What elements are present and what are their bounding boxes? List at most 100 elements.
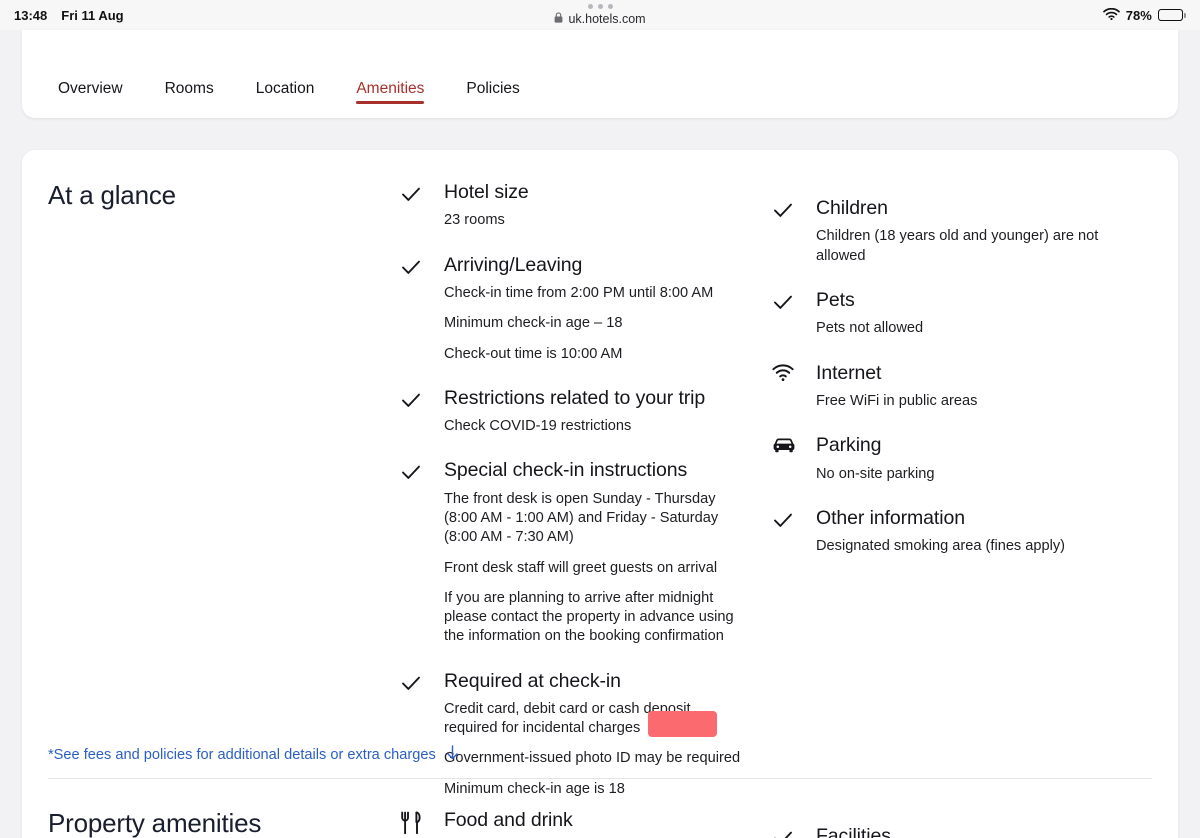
check-icon — [772, 506, 816, 557]
amenity-item-title: Internet — [816, 361, 882, 384]
amenity-item-body: Special check-in instructions The front d… — [444, 458, 744, 646]
page-title-property-amenities: Property amenities — [48, 808, 262, 838]
amenity-item-body: Restrictions related to your trip Check C… — [444, 386, 744, 437]
amenity-item-line: Front desk staff will greet guests on ar… — [444, 559, 718, 576]
amenity-item-title: Food and drink — [444, 809, 573, 831]
amenity-item-facilities: FacilitiesLockers available — [772, 824, 1178, 838]
amenity-item-title: Pets — [816, 288, 855, 311]
amenity-item-line: Check-in time from 2:00 PM until 8:00 AM — [444, 285, 714, 301]
tab-location-label: Location — [255, 79, 315, 97]
status-bar-date: Fri 11 Aug — [61, 7, 124, 23]
lock-icon — [554, 12, 563, 26]
tab-rooms-label: Rooms — [164, 79, 214, 97]
amenity-item-line: Check-out time is 10:00 AM — [444, 345, 623, 362]
amenity-item-lines: The front desk is open Sunday - Thursday… — [444, 490, 744, 647]
fees-and-policies-link[interactable]: *See fees and policies for additional de… — [48, 745, 459, 764]
amenity-item-lines: Free WiFi in public areas — [816, 392, 1106, 411]
amenity-item-hotel-size: Hotel size 23 rooms — [400, 180, 772, 231]
amenity-item-food-and-drink: Food and drinkContinental breakfast (sur… — [400, 808, 772, 838]
status-bar-left: 13:48 Fri 11 Aug — [14, 8, 124, 23]
property-amenities-right-column: FacilitiesLockers available — [772, 808, 1178, 838]
tab-location[interactable]: Location — [235, 79, 336, 119]
three-dots-icon — [587, 4, 613, 9]
check-icon — [772, 288, 816, 339]
wifi-icon — [772, 361, 816, 412]
amenity-item-internet: Internet Free WiFi in public areas — [772, 361, 1178, 412]
browser-address-area[interactable]: uk.hotels.com — [470, 4, 730, 26]
amenity-item-parking: Parking No on-site parking — [772, 433, 1178, 484]
amenity-item-lines: Check COVID-19 restrictions — [444, 417, 744, 436]
amenity-item-lines: 23 rooms — [444, 211, 744, 230]
amenity-item-line: Designated smoking area (fines apply) — [816, 538, 1066, 555]
property-amenities-heading-column: Property amenities — [22, 808, 400, 838]
address-bar-url: uk.hotels.com — [568, 12, 646, 26]
amenity-item-other-information: Other information Designated smoking area… — [772, 506, 1178, 557]
check-icon — [772, 196, 816, 266]
amenity-item-body: FacilitiesLockers available — [816, 824, 1178, 838]
amenity-item-line: Pets not allowed — [816, 320, 924, 337]
status-bar-time: 13:48 — [14, 7, 48, 23]
amenity-item-body: Parking No on-site parking — [816, 433, 1106, 484]
amenity-item-title: Facilities — [816, 825, 891, 838]
battery-percentage: 78% — [1125, 7, 1152, 23]
amenity-item-title: Required at check-in — [444, 669, 621, 692]
amenity-item-required-at-check-in: Required at check-in Credit card, debit c… — [400, 669, 772, 799]
amenity-item-line: Government-issued photo ID may be requir… — [444, 750, 741, 767]
ipad-status-bar: 13:48 Fri 11 Aug uk.hotels.com 78% — [0, 0, 1200, 30]
amenity-item-body: Internet Free WiFi in public areas — [816, 361, 1106, 412]
amenity-item-title: Children — [816, 197, 888, 219]
amenity-item-line: No on-site parking — [816, 465, 935, 482]
amenity-item-lines: Credit card, debit card or cash deposit … — [444, 700, 744, 799]
amenity-item-line: Children (18 years old and younger) are … — [816, 228, 1099, 264]
battery-icon — [1157, 9, 1186, 21]
amenity-item-special-check-in-instructions: Special check-in instructions The front d… — [400, 458, 772, 646]
tab-policies[interactable]: Policies — [445, 79, 540, 119]
amenity-item-lines: Check-in time from 2:00 PM until 8:00 AM… — [444, 284, 744, 364]
amenity-item-body: Children Children (18 years old and young… — [816, 196, 1106, 266]
address-bar[interactable]: uk.hotels.com — [554, 12, 646, 26]
amenity-item-line: Free WiFi in public areas — [816, 392, 978, 409]
amenity-item-children: Children Children (18 years old and young… — [772, 196, 1178, 266]
check-icon — [772, 824, 816, 838]
amenity-item-line: The front desk is open Sunday - Thursday… — [444, 490, 719, 546]
amenity-item-line: Minimum check-in age – 18 — [444, 315, 623, 332]
amenity-item-lines: Pets not allowed — [816, 319, 1106, 338]
check-icon — [400, 458, 444, 646]
amenity-item-line: Credit card, debit card or cash deposit … — [444, 700, 691, 737]
section-divider — [48, 778, 1152, 779]
amenity-item-body: Pets Pets not allowed — [816, 288, 1106, 339]
section-tabs: Overview Rooms Location Amenities Polici… — [22, 30, 1178, 118]
amenity-item-restrictions-related-to-your-trip: Restrictions related to your trip Check C… — [400, 386, 772, 437]
section-property-amenities: Property amenities Food and drinkContine… — [22, 808, 1178, 838]
amenity-item-lines: Designated smoking area (fines apply) — [816, 537, 1106, 556]
amenity-item-title: Restrictions related to your trip — [444, 386, 706, 409]
check-icon — [400, 180, 444, 231]
tab-amenities-label: Amenities — [356, 79, 425, 97]
amenity-item-title: Arriving/Leaving — [444, 253, 583, 276]
tab-amenities[interactable]: Amenities — [335, 79, 445, 119]
check-icon — [400, 253, 444, 364]
tab-policies-label: Policies — [466, 79, 520, 97]
amenity-item-lines: No on-site parking — [816, 465, 1106, 484]
fork-knife-icon — [400, 808, 444, 838]
amenity-item-title: Parking — [816, 434, 882, 457]
amenity-item-line: If you are planning to arrive after midn… — [444, 589, 734, 645]
amenities-content-card: At a glance Hotel size 23 rooms Arriving/L… — [22, 150, 1178, 838]
check-icon — [400, 386, 444, 437]
amenity-item-arriving-leaving: Arriving/Leaving Check-in time from 2:00 … — [400, 253, 772, 364]
at-a-glance-heading-column: At a glance — [22, 180, 400, 799]
tab-rooms[interactable]: Rooms — [144, 79, 235, 119]
at-a-glance-right-column: Children Children (18 years old and young… — [772, 180, 1178, 799]
amenity-item-body: Required at check-in Credit card, debit c… — [444, 669, 744, 799]
tab-overview-label: Overview — [58, 79, 123, 97]
amenity-item-body: Hotel size 23 rooms — [444, 180, 744, 231]
amenity-item-title: Hotel size — [444, 181, 529, 203]
status-bar-right: 78% — [1102, 7, 1186, 23]
amenity-item-line: Check COVID-19 restrictions — [444, 418, 632, 435]
page-title-at-a-glance: At a glance — [48, 180, 176, 210]
car-icon — [772, 433, 816, 484]
wifi-icon — [1102, 7, 1120, 23]
amenity-item-body: Arriving/Leaving Check-in time from 2:00 … — [444, 253, 744, 364]
tab-overview[interactable]: Overview — [37, 79, 144, 119]
fees-and-policies-link-label: *See fees and policies for additional de… — [48, 746, 436, 763]
